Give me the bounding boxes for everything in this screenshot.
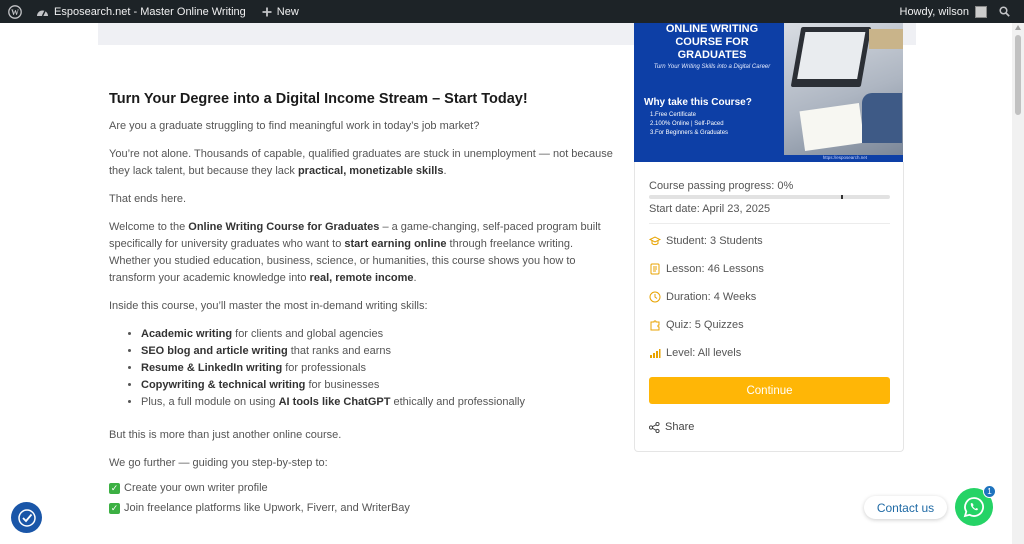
banner-point: 2.100% Online | Self-Paced [650,121,724,127]
plus-icon [262,7,272,17]
course-description: Turn Your Degree into a Digital Income S… [109,90,614,518]
text: . [443,165,447,177]
course-banner-image: ONLINE WRITING COURSE FOR GRADUATES Turn… [634,23,903,162]
divider [649,223,890,224]
check-mark-icon: ✓ [109,502,120,514]
paragraph-7: We go further — guiding you step-by-step… [109,457,328,469]
bold-text: real, remote income [309,272,414,284]
meta-text: Duration: 4 Weeks [666,291,757,303]
meta-text: Student: 3 Students [666,235,763,247]
laptop-graphic [790,27,872,87]
accessibility-button[interactable] [11,502,42,533]
text: . [413,272,417,284]
search-button[interactable] [993,0,1024,23]
meta-quiz: Quiz: 5 Quizzes [649,319,744,331]
contact-us-button[interactable]: Contact us [864,496,947,519]
paragraph-1: Are you a graduate struggling to find me… [109,120,480,132]
bold-text: start earning online [344,238,447,250]
bold-text: Online Writing Course for Graduates [188,221,380,233]
list-item: SEO blog and article writing that ranks … [141,343,614,360]
progress-marker [841,195,843,199]
graduation-cap-icon [649,235,661,247]
check-mark-icon: ✓ [109,482,120,494]
paragraph-3: That ends here. [109,193,187,205]
meta-duration: Duration: 4 Weeks [649,291,756,303]
text: Welcome to the [109,221,189,233]
share-icon [649,421,660,433]
course-info-card: Course passing progress: 0% Start date: … [634,162,904,452]
list-item: Resume & LinkedIn writing for profession… [141,360,614,377]
notification-badge: 1 [983,485,996,498]
continue-button[interactable]: Continue [649,377,890,404]
paragraph-2: You’re not alone. Thousands of capable, … [109,146,614,180]
paragraph-5: Inside this course, you’ll master the mo… [109,300,428,312]
bold-text: practical, monetizable skills [297,165,444,177]
text: for professionals [282,362,366,374]
share-label: Share [665,421,695,433]
wordpress-logo-icon[interactable]: W [0,0,30,23]
site-name-link[interactable]: Esposearch.net - Master Online Writing [30,0,252,23]
person-graphic [862,93,902,143]
text: that ranks and earns [287,345,392,357]
new-label: New [276,5,299,18]
document-icon [649,263,661,275]
bold-text: SEO blog and article writing [141,345,288,357]
banner-why: Why take this Course? [644,97,752,108]
page-scrollbar[interactable] [1012,23,1024,544]
whatsapp-icon [963,496,985,518]
notebook-graphic [799,103,865,151]
scroll-up-icon[interactable] [1015,25,1021,30]
banner-title: ONLINE WRITING COURSE FOR GRADUATES [665,23,759,61]
puzzle-icon [649,319,661,331]
greeting: Howdy, wilson [899,5,970,18]
dashboard-icon [36,6,49,17]
text: for businesses [305,379,380,391]
signal-bars-icon [649,347,661,359]
meta-text: Quiz: 5 Quizzes [666,319,744,331]
meta-text: Lesson: 46 Lessons [666,263,764,275]
clock-icon [649,291,661,303]
bold-text: Resume & LinkedIn writing [141,362,283,374]
paragraph-6: But this is more than just another onlin… [109,429,342,441]
text: ethically and professionally [390,396,525,408]
meta-student: Student: 3 Students [649,235,763,247]
share-button[interactable]: Share [649,421,694,433]
meta-level: Level: All levels [649,347,741,359]
search-icon [999,6,1010,17]
progress-bar [649,195,890,199]
banner-subtitle: Turn Your Writing Skills into a Digital … [653,64,771,70]
site-name: Esposearch.net - Master Online Writing [54,5,246,18]
list-item: Plus, a full module on using AI tools li… [141,394,614,411]
list-item: Copywriting & technical writing for busi… [141,377,614,394]
scrollbar-thumb[interactable] [1015,35,1021,115]
start-date: Start date: April 23, 2025 [649,203,771,215]
checklist-item: ✓ Join freelance platforms like Upwork, F… [109,498,614,518]
text: Create your own writer profile [124,482,268,494]
banner-point: 3.For Beginners & Graduates [650,130,729,136]
paragraph-4: Welcome to the Online Writing Course for… [109,219,614,287]
bold-text: Copywriting & technical writing [141,379,306,391]
article-heading: Turn Your Degree into a Digital Income S… [109,91,528,107]
list-item: Academic writing for clients and global … [141,326,614,343]
admin-bar: W Esposearch.net - Master Online Writing… [0,0,1024,23]
progress-label: Course passing progress: 0% [649,180,794,192]
banner-point: 1.Free Certificate [650,112,697,118]
book-graphic [869,29,903,49]
meta-text: Level: All levels [666,347,742,359]
text: for clients and global agencies [232,328,384,340]
skills-list: Academic writing for clients and global … [141,326,614,411]
new-content-link[interactable]: New [256,0,305,23]
account-menu[interactable]: Howdy, wilson [894,0,994,23]
avatar [975,5,987,18]
text: Plus, a full module on using [141,396,279,408]
bold-text: AI tools like ChatGPT [278,396,391,408]
banner-url: https://esposearch.net [822,155,867,160]
svg-text:W: W [11,8,19,17]
banner-points: 1.Free Certificate 2.100% Online | Self-… [650,111,728,138]
text: Join freelance platforms like Upwork, Fi… [124,502,410,514]
bold-text: Academic writing [141,328,233,340]
checklist-item: ✓ Create your own writer profile [109,478,614,498]
meta-lesson: Lesson: 46 Lessons [649,263,764,275]
accessibility-icon [17,508,37,528]
